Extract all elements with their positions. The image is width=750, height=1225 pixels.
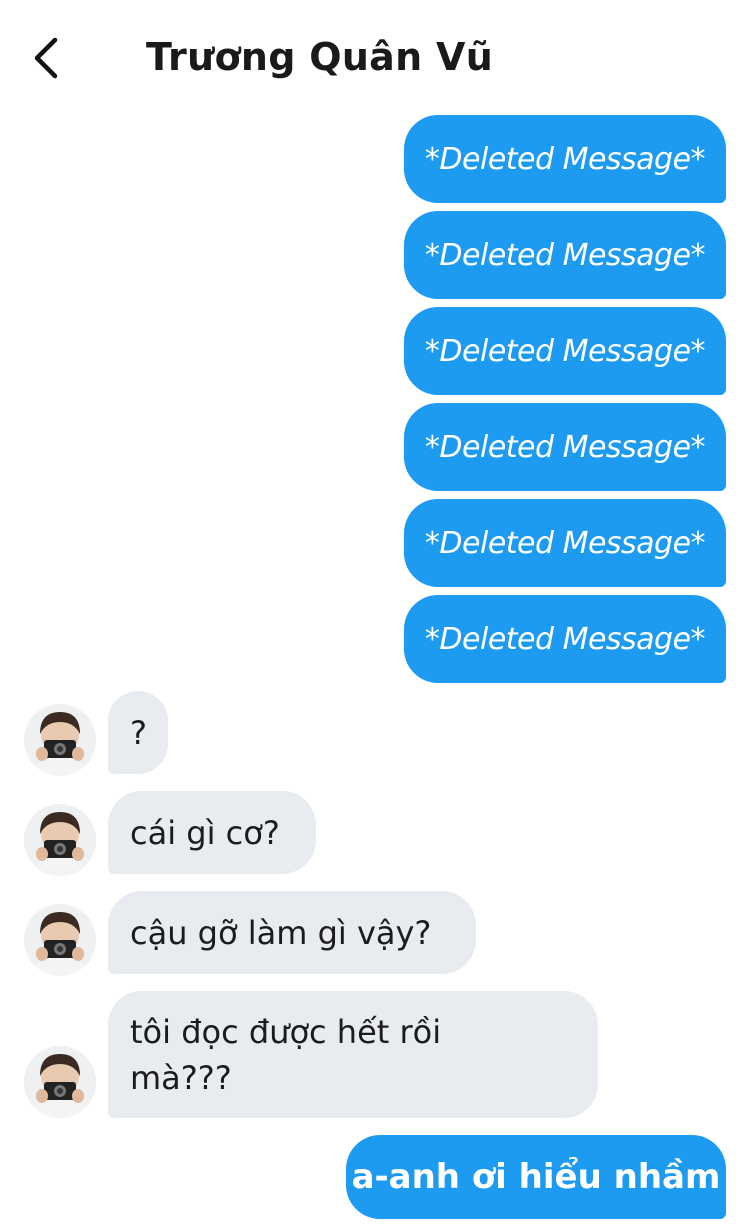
outgoing-message[interactable]: *Deleted Message* xyxy=(404,403,726,491)
contact-avatar[interactable] xyxy=(24,904,96,976)
contact-name: Trương Quân Vũ xyxy=(146,35,494,79)
outgoing-message[interactable]: *Deleted Message* xyxy=(404,499,726,587)
chevron-left-icon xyxy=(34,37,58,79)
incoming-message[interactable]: tôi đọc được hết rồi mà??? xyxy=(108,991,598,1118)
outgoing-message[interactable]: *Deleted Message* xyxy=(404,211,726,299)
incoming-message[interactable]: cái gì cơ? xyxy=(108,791,316,874)
contact-avatar[interactable] xyxy=(24,704,96,776)
incoming-message[interactable]: cậu gỡ làm gì vậy? xyxy=(108,891,476,974)
incoming-message[interactable]: ? xyxy=(108,691,168,774)
outgoing-message[interactable]: *Deleted Message* xyxy=(404,115,726,203)
back-button[interactable] xyxy=(22,30,70,86)
outgoing-message[interactable]: *Deleted Message* xyxy=(404,307,726,395)
outgoing-message[interactable]: a-anh ơi hiểu nhầm xyxy=(346,1135,726,1219)
contact-avatar[interactable] xyxy=(24,1046,96,1118)
chat-header: Trương Quân Vũ xyxy=(0,0,750,110)
contact-avatar[interactable] xyxy=(24,804,96,876)
outgoing-message[interactable]: *Deleted Message* xyxy=(404,595,726,683)
